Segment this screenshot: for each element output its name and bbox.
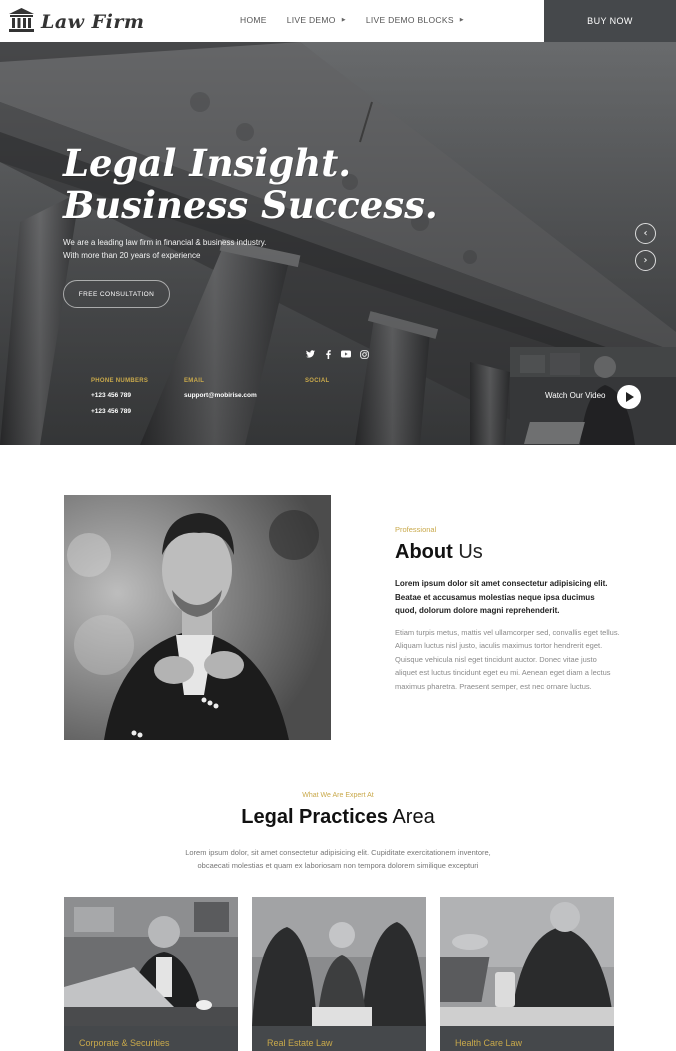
facebook-icon[interactable] (323, 349, 333, 359)
practices-description-line: obcaecati molestias et quam ex laboriosa… (197, 861, 479, 871)
about-title-bold: About (395, 541, 453, 563)
menu-item-label: LIVE DEMO BLOCKS (365, 15, 454, 25)
about-lead-text: Lorem ipsum dolor sit amet consectetur a… (395, 579, 608, 615)
menu-item-live-demo-blocks[interactable]: LIVE DEMO BLOCKS ▶ (366, 15, 464, 25)
practice-card-corporate[interactable]: Corporate & Securities (64, 897, 238, 1051)
caret-down-icon: ▶ (459, 17, 464, 23)
hero-subtitle: We are a leading law firm in financial &… (63, 236, 266, 262)
phone-number[interactable]: +123 456 789 (91, 392, 131, 399)
practice-card-image (64, 897, 238, 1026)
courthouse-icon (8, 7, 35, 37)
watch-video-card[interactable]: Watch Our Video (510, 347, 676, 445)
practice-card-image (440, 897, 614, 1026)
about-body-text: Etiam turpis metus, mattis vel ullamcorp… (395, 628, 620, 691)
hero-title-line: Legal Insight. (63, 141, 352, 185)
practices-title: Legal Practices Area (0, 806, 676, 829)
free-consultation-button[interactable]: FREE CONSULTATION (63, 280, 170, 308)
practice-card-label: Corporate & Securities (79, 1038, 170, 1048)
practices-title-light: Area (388, 806, 435, 828)
menu-item-live-demo[interactable]: LIVE DEMO ▶ (287, 15, 346, 25)
email-label: EMAIL (184, 378, 205, 384)
instagram-icon[interactable] (359, 349, 369, 359)
brand-logo[interactable]: Law Firm (8, 7, 144, 37)
menu-item-label: LIVE DEMO (286, 15, 336, 25)
brand-name: Law Firm (41, 11, 145, 33)
about-title-light: Us (452, 541, 483, 563)
buy-now-button[interactable]: BUY NOW (544, 0, 676, 42)
practice-card-image (252, 897, 426, 1026)
chevron-left-icon[interactable]: ‹ (635, 223, 656, 244)
social-links (305, 349, 369, 359)
social-label: SOCIAL (305, 378, 330, 384)
phone-number[interactable]: +123 456 789 (91, 408, 131, 415)
caret-down-icon: ▶ (341, 17, 346, 23)
practice-card-real-estate[interactable]: Real Estate Law (252, 897, 426, 1051)
hero-title: Legal Insight. Business Success. (63, 142, 438, 226)
watch-video-label: Watch Our Video (545, 391, 606, 400)
practices-description-line: Lorem ipsum dolor, sit amet consectetur … (185, 848, 491, 857)
main-menu: HOME LIVE DEMO ▶ LIVE DEMO BLOCKS ▶ (240, 15, 464, 25)
menu-item-label: HOME (240, 15, 267, 25)
hero-section: Legal Insight. Business Success. We are … (0, 42, 676, 445)
twitter-icon[interactable] (305, 349, 315, 359)
youtube-icon[interactable] (341, 349, 351, 359)
hero-subtitle-line: With more than 20 years of experience (63, 251, 201, 260)
email-link[interactable]: support@mobirise.com (184, 392, 257, 399)
practice-card-label: Health Care Law (455, 1038, 523, 1048)
about-title: About Us (395, 541, 483, 564)
practice-card-health-care[interactable]: Health Care Law (440, 897, 614, 1051)
play-icon[interactable] (617, 385, 641, 409)
about-portrait-image (64, 495, 331, 740)
top-navbar: Law Firm HOME LIVE DEMO ▶ LIVE DEMO BLOC… (0, 0, 676, 42)
practice-card-label: Real Estate Law (267, 1038, 333, 1048)
hero-title-line: Business Success. (63, 183, 438, 227)
phone-label: PHONE NUMBERS (91, 378, 149, 384)
hero-subtitle-line: We are a leading law firm in financial &… (63, 238, 267, 247)
menu-item-home[interactable]: HOME (240, 15, 267, 25)
practices-title-bold: Legal Practices (241, 806, 389, 828)
about-kicker: Professional (395, 525, 437, 534)
chevron-right-icon[interactable]: › (635, 250, 656, 271)
practices-kicker: What We Are Expert At (302, 792, 374, 799)
practices-description: Lorem ipsum dolor, sit amet consectetur … (138, 846, 538, 873)
